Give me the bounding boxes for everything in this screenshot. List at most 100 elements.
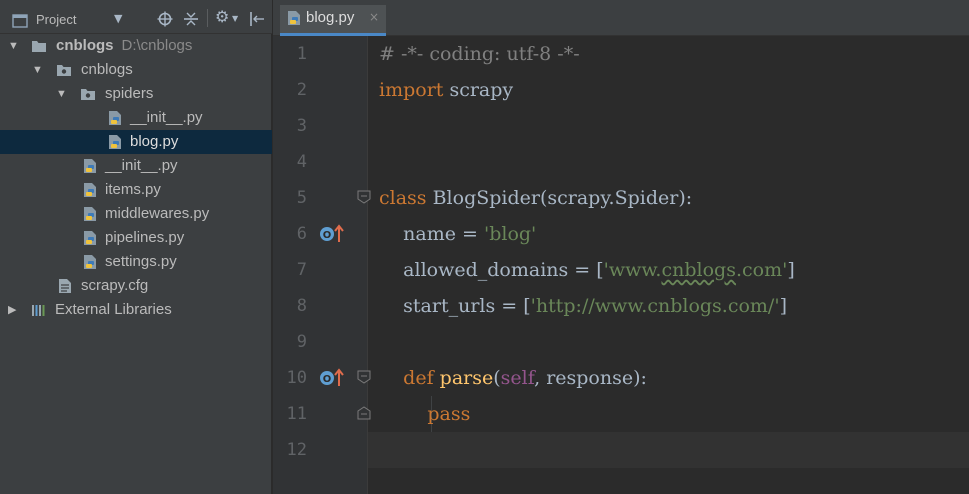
- tree-item-label: settings.py: [105, 253, 177, 270]
- toolbar-separator: [207, 9, 208, 27]
- project-toolbar: Project ▼ ⚙ ▼: [0, 0, 272, 34]
- code-text: start_urls = [: [379, 295, 531, 317]
- python-file-icon: [288, 11, 300, 25]
- string-token: 'blog': [483, 223, 537, 245]
- code-line-10: def parse(self, response):: [379, 360, 647, 396]
- tab-label: blog.py: [306, 9, 355, 26]
- string-token: 'www.: [603, 259, 662, 281]
- package-folder-icon: [81, 89, 95, 100]
- code-text: BlogSpider(scrapy.Spider):: [426, 187, 693, 209]
- tree-item-label: __init__.py: [105, 157, 178, 174]
- fold-end-marker-icon[interactable]: [357, 406, 371, 420]
- tree-item-middlewares-py[interactable]: middlewares.py: [0, 202, 272, 226]
- tree-item-label: __init__.py: [130, 109, 203, 126]
- tree-item-path: D:\cnblogs: [121, 37, 193, 54]
- python-file-icon: [84, 183, 96, 197]
- hide-panel-icon[interactable]: [249, 10, 265, 28]
- expand-arrow-icon[interactable]: ▼: [56, 82, 68, 106]
- code-text: allowed_domains = [: [379, 259, 604, 281]
- python-file-icon: [84, 207, 96, 221]
- code-line-11: pass: [379, 396, 470, 432]
- python-file-icon: [84, 255, 96, 269]
- line-number: 1: [296, 44, 307, 64]
- tree-item-spiders[interactable]: ▼ spiders: [0, 82, 272, 106]
- tree-item-root-cnblogs[interactable]: ▼ cnblogs D:\cnblogs: [0, 34, 272, 58]
- code-line-2: import scrapy: [379, 72, 513, 108]
- code-text: (: [493, 367, 501, 389]
- fold-marker-icon[interactable]: [357, 190, 371, 204]
- svg-text:O: O: [323, 374, 332, 385]
- code-line-7: allowed_domains = ['www.cnblogs.com']: [379, 252, 795, 288]
- code-line-6: name = 'blog': [379, 216, 536, 252]
- keyword-token: pass: [427, 403, 471, 425]
- code-line-1: # -*- coding: utf-8 -*-: [379, 36, 580, 72]
- fold-marker-icon[interactable]: [357, 370, 371, 384]
- tab-blog-py[interactable]: blog.py ×: [280, 5, 386, 36]
- line-number: 2: [296, 80, 307, 100]
- expand-arrow-icon[interactable]: ▼: [8, 34, 20, 58]
- line-number: 4: [296, 152, 307, 172]
- python-file-icon: [109, 111, 121, 125]
- expand-arrow-icon[interactable]: ▼: [32, 58, 44, 82]
- tree-item-label: items.py: [105, 181, 161, 198]
- collapse-all-icon[interactable]: [184, 10, 198, 28]
- tree-item-label: spiders: [105, 85, 154, 102]
- code-line-8: start_urls = ['http://www.cnblogs.com/']: [379, 288, 787, 324]
- locate-icon[interactable]: [157, 10, 173, 28]
- line-number: 8: [296, 296, 307, 316]
- code-text: ]: [787, 259, 795, 281]
- close-icon[interactable]: ×: [369, 10, 379, 24]
- dropdown-arrow-icon[interactable]: ▼: [232, 10, 238, 28]
- python-file-icon: [109, 135, 121, 149]
- package-folder-icon: [57, 65, 71, 76]
- config-file-icon: [59, 279, 71, 293]
- gear-icon[interactable]: ⚙: [215, 8, 229, 26]
- tree-item-label: blog.py: [130, 133, 179, 150]
- keyword-token: class: [379, 187, 427, 209]
- project-icon: [12, 14, 28, 28]
- tree-item-init[interactable]: __init__.py: [0, 154, 272, 178]
- line-number: 9: [296, 332, 307, 352]
- line-number: 11: [286, 404, 307, 424]
- function-name-token: parse: [439, 367, 494, 389]
- code-text: name =: [379, 223, 484, 245]
- override-method-icon[interactable]: O: [319, 368, 345, 388]
- tree-item-scrapy-cfg[interactable]: scrapy.cfg: [0, 274, 272, 298]
- keyword-token: def: [403, 367, 434, 389]
- current-line-highlight: [368, 432, 969, 468]
- comment-token: # -*- coding: utf-8 -*-: [379, 43, 580, 65]
- project-view-title[interactable]: Project: [36, 11, 76, 29]
- tree-item-external-libraries[interactable]: ▶ External Libraries: [0, 298, 272, 322]
- tree-item-pipelines-py[interactable]: pipelines.py: [0, 226, 272, 250]
- svg-text:O: O: [323, 230, 332, 241]
- tree-item-settings-py[interactable]: settings.py: [0, 250, 272, 274]
- tree-item-label: External Libraries: [55, 301, 172, 318]
- tree-item-label: pipelines.py: [105, 229, 185, 246]
- project-panel: Project ▼ ⚙ ▼ ▼ cnblogs D:\cnblogs ▼ cnb…: [0, 0, 272, 494]
- tree-item-label: middlewares.py: [105, 205, 210, 222]
- python-file-icon: [84, 159, 96, 173]
- override-method-icon[interactable]: O: [319, 224, 345, 244]
- tree-item-items-py[interactable]: items.py: [0, 178, 272, 202]
- code-text: scrapy: [443, 79, 514, 101]
- chevron-down-icon[interactable]: ▼: [114, 10, 122, 28]
- code-line-5: class BlogSpider(scrapy.Spider):: [379, 180, 692, 216]
- line-number: 7: [296, 260, 307, 280]
- expand-arrow-icon[interactable]: ▶: [8, 298, 20, 322]
- code-editor: blog.py × 1 2 3 4 5 6 7 8 9 10 11 12 O O…: [273, 0, 969, 494]
- tree-item-cnblogs-package[interactable]: ▼ cnblogs: [0, 58, 272, 82]
- editor-gutter: 1 2 3 4 5 6 7 8 9 10 11 12 O O: [273, 36, 371, 494]
- self-token: self: [500, 367, 535, 389]
- tree-item-spiders-init[interactable]: __init__.py: [0, 106, 272, 130]
- tree-item-blog-py[interactable]: blog.py: [0, 130, 272, 154]
- spellcheck-string-token: cnblogs: [661, 259, 736, 281]
- library-icon: [32, 305, 45, 316]
- line-number: 5: [296, 188, 307, 208]
- code-text: , response):: [534, 367, 647, 389]
- ide-window: Project ▼ ⚙ ▼ ▼ cnblogs D:\cnblogs ▼ cnb…: [0, 0, 969, 494]
- line-number: 12: [286, 440, 307, 460]
- line-number: 6: [296, 224, 307, 244]
- code-text: ]: [779, 295, 787, 317]
